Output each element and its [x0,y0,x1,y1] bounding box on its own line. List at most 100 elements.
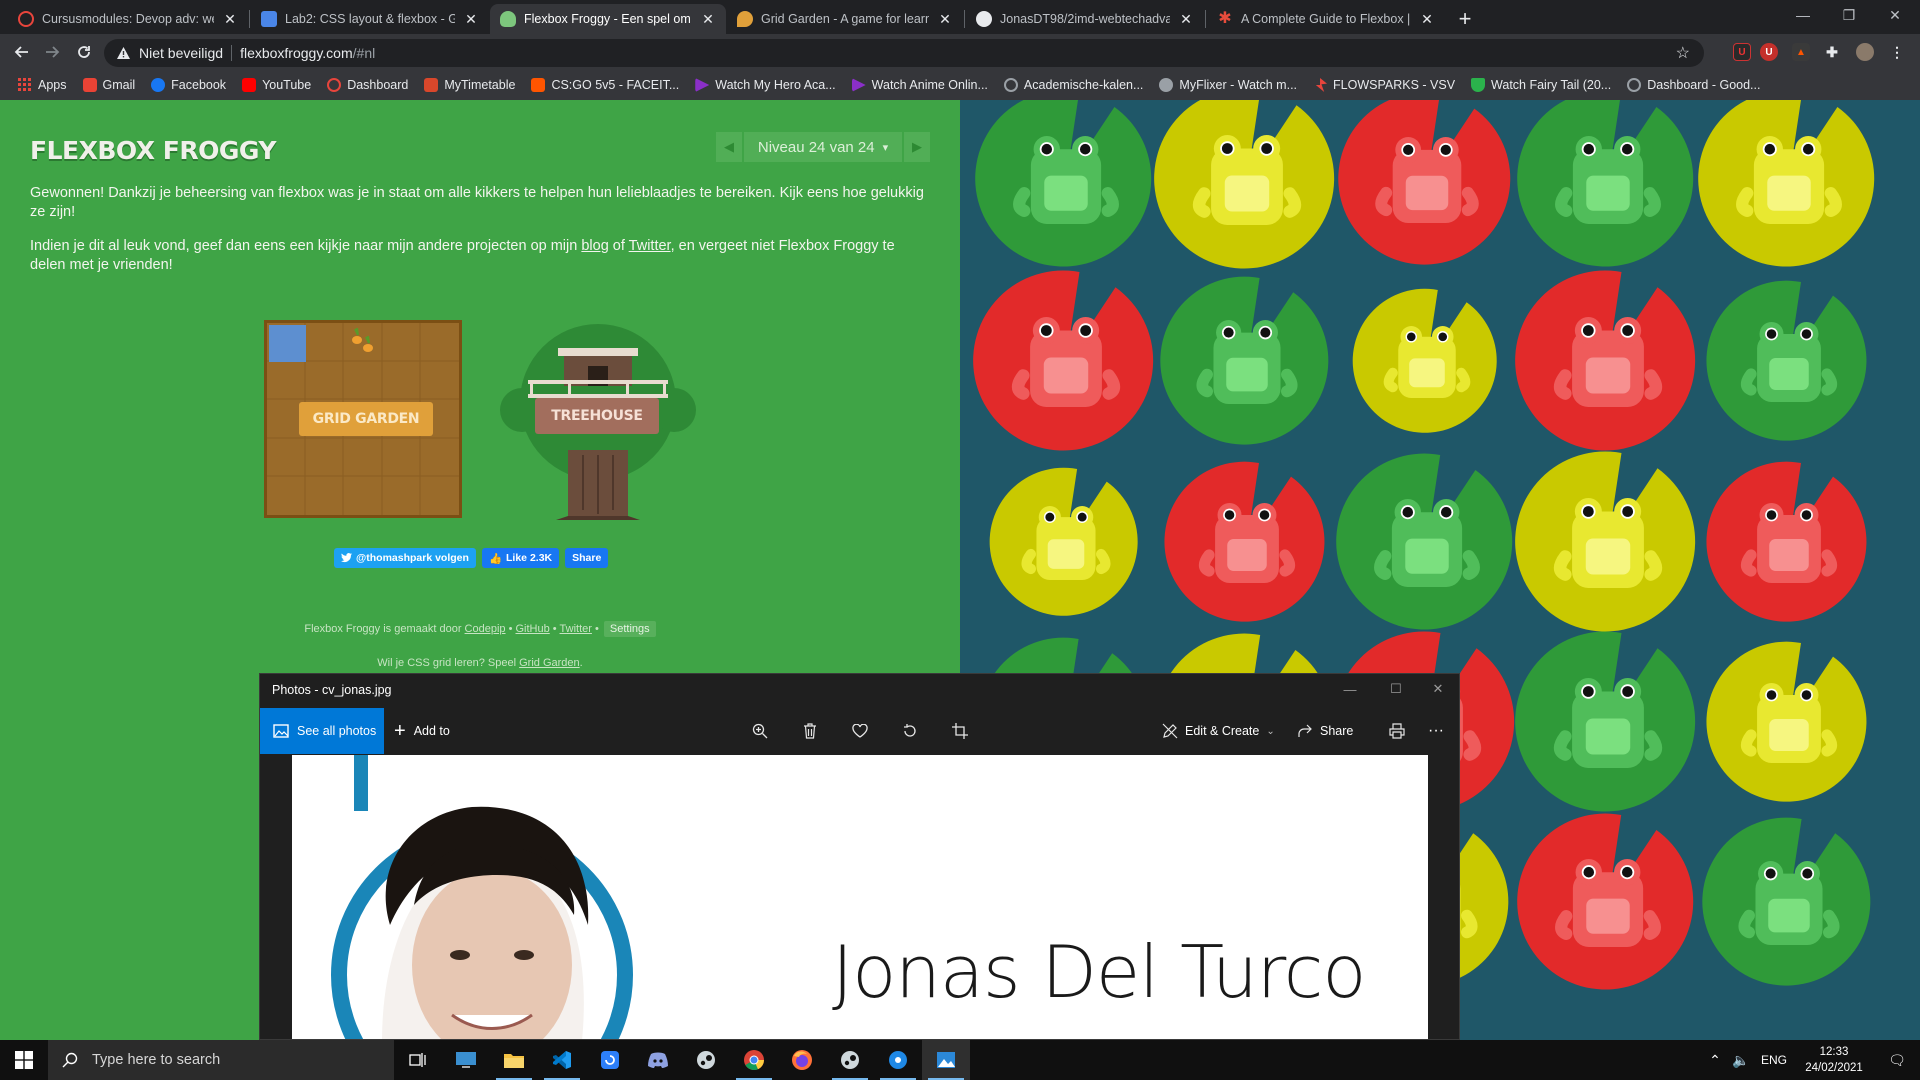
extension-u-icon[interactable]: U [1760,43,1778,61]
add-to-button[interactable]: + Add to [394,708,450,754]
language-indicator[interactable]: ENG [1754,1053,1794,1067]
crop-icon[interactable] [950,721,970,741]
minimize-button[interactable]: — [1780,0,1826,30]
tab-flexbox-froggy[interactable]: Flexbox Froggy - Een spel om CS ✕ [490,4,726,34]
bookmark-star-icon[interactable]: ☆ [1676,43,1690,63]
twitter-link[interactable]: Twitter [629,238,671,254]
photos-maximize-button[interactable]: ☐ [1373,674,1419,704]
tab-github[interactable]: JonasDT98/2imd-webtechadvanc ✕ [966,4,1204,34]
close-tab-icon[interactable]: ✕ [937,11,953,28]
footer-credits: Flexbox Froggy is gemaakt door Codepip •… [0,621,960,637]
taskbar-search-box[interactable]: Type here to search [48,1040,394,1080]
faceit-icon[interactable]: ▲ [1792,43,1810,61]
photos-minimize-button[interactable]: — [1327,674,1373,704]
task-view-icon[interactable] [394,1040,442,1080]
restore-button[interactable]: ❐ [1826,0,1872,30]
bookmark-flowsparks[interactable]: FLOWSPARKS - VSV [1305,73,1463,97]
grid-garden-button[interactable]: GRID GARDEN [299,402,433,436]
rotate-icon[interactable] [900,721,920,741]
ublock-icon[interactable]: U [1733,43,1751,61]
carrot-icon [352,327,373,352]
tab-lab2[interactable]: Lab2: CSS layout & flexbox - Goo ✕ [251,4,489,34]
new-tab-button[interactable]: + [1452,6,1478,32]
twitter-follow-button[interactable]: @thomashpark volgen [334,548,476,568]
close-window-button[interactable]: ✕ [1872,0,1918,30]
bookmark-gmail[interactable]: Gmail [75,73,144,97]
close-tab-icon[interactable]: ✕ [1419,11,1435,28]
settings-button[interactable]: Settings [603,621,656,637]
windows-start-icon[interactable] [0,1040,48,1080]
chevron-up-icon[interactable]: ⌃ [1702,1052,1728,1069]
bookmark-fairy-tail[interactable]: Watch Fairy Tail (20... [1463,73,1619,97]
url-text[interactable]: flexboxfroggy.com/#nl [240,45,375,61]
previous-level-button[interactable]: ◀ [716,132,742,162]
desktop-app-icon[interactable] [442,1040,490,1080]
heart-icon[interactable] [850,721,870,741]
bookmark-academische[interactable]: Academische-kalen... [996,73,1152,97]
bookmark-myflixer[interactable]: MyFlixer - Watch m... [1151,73,1305,97]
refresh-app-icon[interactable] [586,1040,634,1080]
close-tab-icon[interactable]: ✕ [222,11,238,28]
github-link[interactable]: GitHub [516,623,550,635]
next-level-button[interactable]: ▶ [904,132,930,162]
treehouse-button[interactable]: TREEHOUSE [535,398,659,434]
faceit-icon [531,78,546,92]
bookmark-apps[interactable]: Apps [10,73,75,97]
disc-app-icon[interactable] [874,1040,922,1080]
see-all-photos-button[interactable]: See all photos [260,708,384,754]
clock[interactable]: 12:33 24/02/2021 [1794,1044,1874,1076]
flexbox-froggy-logo[interactable]: FLEXBOX FROGGY [30,136,276,165]
bookmark-my-hero[interactable]: Watch My Hero Aca... [687,73,843,97]
profile-avatar-icon[interactable] [1856,43,1874,61]
edit-create-button[interactable]: Edit & Create ⌄ [1162,708,1275,754]
bookmark-anime[interactable]: Watch Anime Onlin... [844,73,996,97]
steam-icon[interactable] [682,1040,730,1080]
share-message: Indien je dit al leuk vond, geef dan een… [30,237,930,275]
tab-cursusmodules[interactable]: Cursusmodules: Devop adv: web ✕ [8,4,248,34]
facebook-share-button[interactable]: Share [565,548,609,568]
delete-icon[interactable] [800,721,820,741]
notifications-icon[interactable]: 🗨 [1874,1052,1920,1069]
close-tab-icon[interactable]: ✕ [1178,11,1194,28]
bookmark-faceit[interactable]: CS:GO 5v5 - FACEIT... [523,73,687,97]
scrollbar[interactable] [1902,100,1920,1040]
bookmark-mytimetable[interactable]: MyTimetable [416,73,523,97]
volume-icon[interactable]: 🔈 [1728,1052,1754,1069]
firefox-icon[interactable] [778,1040,826,1080]
grid-garden-link[interactable]: Grid Garden [519,657,580,669]
bookmark-goodhabitz[interactable]: Dashboard - Good... [1619,73,1768,97]
vscode-icon[interactable] [538,1040,586,1080]
steam-running-icon[interactable] [826,1040,874,1080]
browser-toolbar: Niet beveiligd flexboxfroggy.com/#nl ☆ U… [0,34,1920,70]
zoom-icon[interactable] [750,721,770,741]
extensions-puzzle-icon[interactable]: ✚ [1823,43,1841,61]
discord-icon[interactable] [634,1040,682,1080]
tab-css-tricks[interactable]: ✱ A Complete Guide to Flexbox | C ✕ [1207,4,1445,34]
twitter-link[interactable]: Twitter [560,623,592,635]
photos-close-button[interactable]: ✕ [1415,674,1459,704]
back-icon[interactable] [10,40,34,64]
close-tab-icon[interactable]: ✕ [463,11,479,28]
reload-icon[interactable] [72,40,96,64]
menu-dots-icon[interactable]: ⋮ [1888,43,1906,61]
chrome-icon[interactable] [730,1040,778,1080]
grid-garden-promo[interactable]: GRID GARDEN [264,320,462,518]
blog-link[interactable]: blog [581,238,608,254]
facebook-like-button[interactable]: 👍 Like 2.3K [481,548,560,568]
tab-grid-garden[interactable]: Grid Garden - A game for learnin ✕ [727,4,963,34]
not-secure-label[interactable]: Niet beveiligd [139,45,223,61]
photos-app-icon[interactable] [922,1040,970,1080]
bookmark-dashboard[interactable]: Dashboard [319,73,416,97]
play-icon [695,78,710,92]
level-dropdown[interactable]: Niveau 24 van 24 ▾ [744,132,902,162]
print-icon[interactable] [1387,721,1407,741]
address-bar[interactable]: Niet beveiligd flexboxfroggy.com/#nl ☆ [104,39,1704,67]
bookmark-youtube[interactable]: YouTube [234,73,319,97]
forward-icon[interactable] [40,40,64,64]
codepip-link[interactable]: Codepip [465,623,506,635]
share-button[interactable]: Share [1297,708,1353,754]
bookmark-facebook[interactable]: Facebook [143,73,234,97]
file-explorer-icon[interactable] [490,1040,538,1080]
close-tab-icon[interactable]: ✕ [700,11,716,28]
more-options-button[interactable]: ··· [1428,708,1444,754]
